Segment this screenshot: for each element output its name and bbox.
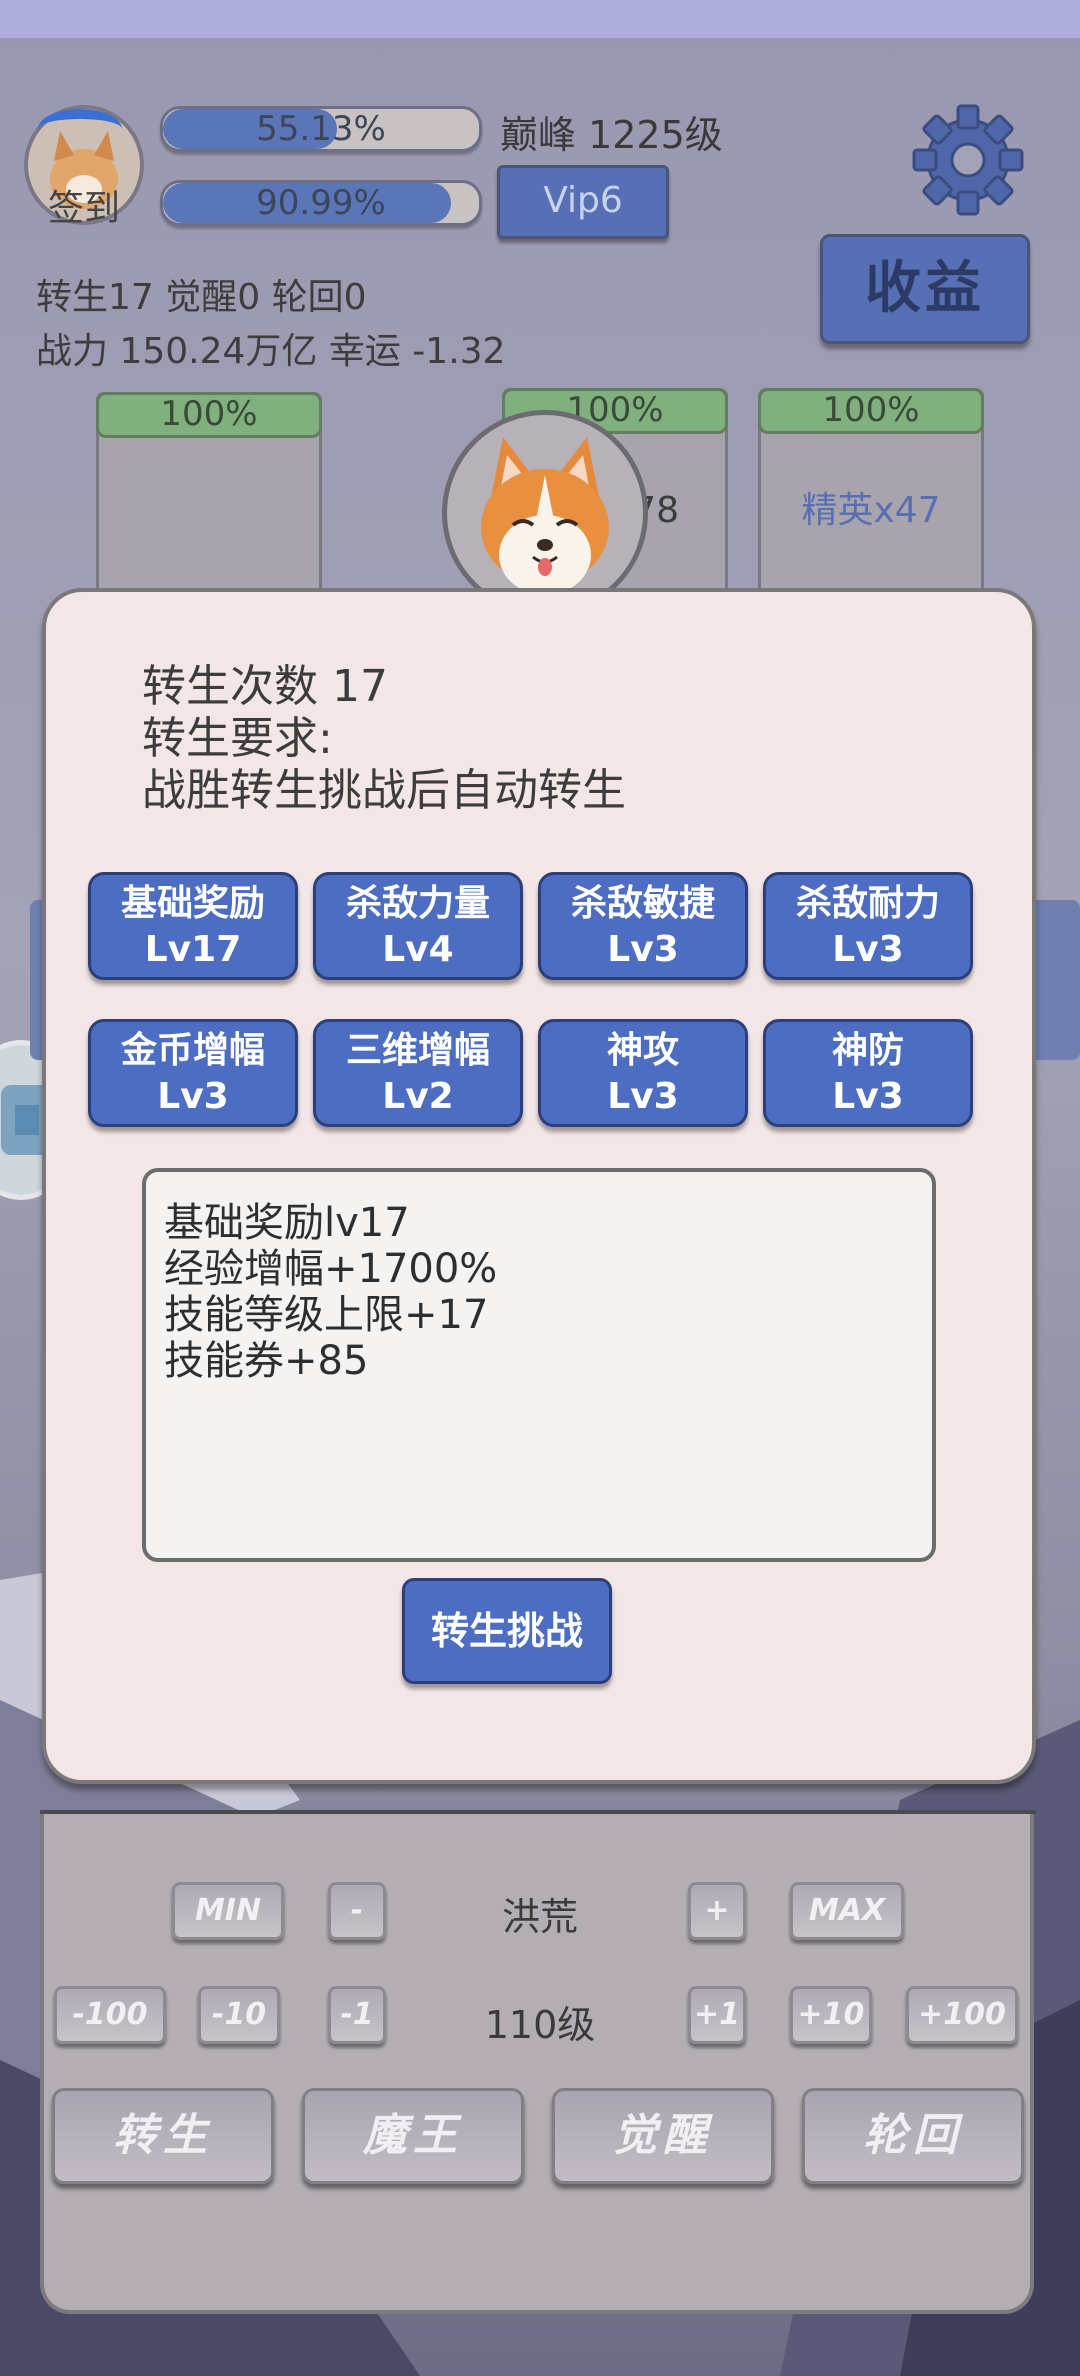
skill-button-kill-strength[interactable]: 杀敌力量 Lv4 xyxy=(313,872,523,980)
skill-name: 杀敌敏捷 xyxy=(570,883,715,924)
skill-level: Lv17 xyxy=(144,929,242,970)
skill-level: Lv3 xyxy=(157,1076,229,1117)
skill-name: 基础奖励 xyxy=(120,883,265,924)
skill-button-divine-defense[interactable]: 神防 Lv3 xyxy=(763,1019,973,1127)
rebirth-stats: 转生17 觉醒0 轮回0 xyxy=(36,277,367,318)
skill-level: Lv3 xyxy=(607,929,679,970)
skill-level: Lv4 xyxy=(382,929,454,970)
minus-10-button[interactable]: -10 xyxy=(198,1986,280,2044)
signin-indicator xyxy=(38,109,122,149)
gear-icon[interactable] xyxy=(908,100,1028,220)
plus-10-button[interactable]: +10 xyxy=(790,1986,872,2044)
description-line: 技能等级上限+17 xyxy=(164,1292,489,1338)
skill-name: 金币增幅 xyxy=(120,1030,265,1071)
current-level: 110级 xyxy=(484,2003,596,2047)
minus-100-button[interactable]: -100 xyxy=(54,1986,166,2044)
earnings-button[interactable]: 收益 xyxy=(820,234,1030,344)
plus-1-button[interactable]: +1 xyxy=(688,1986,746,2044)
skill-button-kill-stamina[interactable]: 杀敌耐力 Lv3 xyxy=(763,872,973,980)
rebirth-tab-button[interactable]: 转生 xyxy=(52,2088,274,2184)
skill-button-gold-boost[interactable]: 金币增幅 Lv3 xyxy=(88,1019,298,1127)
skill-name: 三维增幅 xyxy=(345,1030,490,1071)
rebirth-dialog: 转生次数 17 转生要求: 战胜转生挑战后自动转生 基础奖励 Lv17 杀敌力量… xyxy=(42,588,1036,1784)
min-level-button[interactable]: MIN xyxy=(172,1882,284,1940)
progress-bar-2: 90.99% xyxy=(160,180,482,226)
skill-name: 神攻 xyxy=(606,1030,679,1071)
skill-button-base-reward[interactable]: 基础奖励 Lv17 xyxy=(88,872,298,980)
minus-1-button[interactable]: -1 xyxy=(328,1986,386,2044)
progress-label-1: 55.13% xyxy=(256,109,386,149)
skill-name: 杀敌力量 xyxy=(345,883,490,924)
reincarnation-tab-button[interactable]: 轮回 xyxy=(802,2088,1024,2184)
stage-card-label: 精英x47 xyxy=(801,490,941,531)
skill-button-divine-attack[interactable]: 神攻 Lv3 xyxy=(538,1019,748,1127)
stage-card-3[interactable]: 100% 精英x47 xyxy=(758,388,984,614)
skill-level: Lv3 xyxy=(832,1076,904,1117)
awaken-tab-button[interactable]: 觉醒 xyxy=(552,2088,774,2184)
power-luck-stats: 战力 150.24万亿 幸运 -1.32 xyxy=(36,331,506,372)
signin-button[interactable]: 签到 xyxy=(24,105,144,229)
description-line: 基础奖励lv17 xyxy=(164,1200,410,1246)
description-line: 经验增幅+1700% xyxy=(164,1246,498,1292)
minus-zone-button[interactable]: - xyxy=(328,1882,386,1940)
rebirth-requirement-text: 战胜转生挑战后自动转生 xyxy=(142,765,626,816)
skill-description-box: 基础奖励lv17 经验增幅+1700% 技能等级上限+17 技能券+85 xyxy=(142,1168,936,1562)
skill-level: Lv2 xyxy=(382,1076,454,1117)
stage-card-1[interactable]: 100% xyxy=(96,392,322,618)
plus-100-button[interactable]: +100 xyxy=(906,1986,1018,2044)
zone-name: 洪荒 xyxy=(501,1895,578,1939)
description-line: 技能券+85 xyxy=(164,1338,369,1384)
stage-card-percent: 100% xyxy=(758,388,984,434)
plus-zone-button[interactable]: + xyxy=(688,1882,746,1940)
right-side-tab[interactable] xyxy=(1030,900,1080,1060)
signin-label: 签到 xyxy=(47,188,120,229)
status-strip xyxy=(0,0,1080,38)
skill-name: 杀敌耐力 xyxy=(795,883,940,924)
skill-button-kill-agility[interactable]: 杀敌敏捷 Lv3 xyxy=(538,872,748,980)
corgi-avatar xyxy=(442,410,648,616)
skill-name: 神防 xyxy=(831,1030,904,1071)
skill-level: Lv3 xyxy=(832,929,904,970)
stage-card-percent: 100% xyxy=(96,392,322,438)
progress-bar-1: 55.13% xyxy=(160,106,482,152)
max-level-button[interactable]: MAX xyxy=(790,1882,904,1940)
rebirth-challenge-button[interactable]: 转生挑战 xyxy=(402,1578,612,1684)
vip-button[interactable]: Vip6 xyxy=(497,165,669,239)
progress-label-2: 90.99% xyxy=(256,183,386,223)
skill-level: Lv3 xyxy=(607,1076,679,1117)
skill-button-attribute-boost[interactable]: 三维增幅 Lv2 xyxy=(313,1019,523,1127)
demon-king-tab-button[interactable]: 魔王 xyxy=(302,2088,524,2184)
peak-level: 巅峰 1225级 xyxy=(500,113,723,157)
